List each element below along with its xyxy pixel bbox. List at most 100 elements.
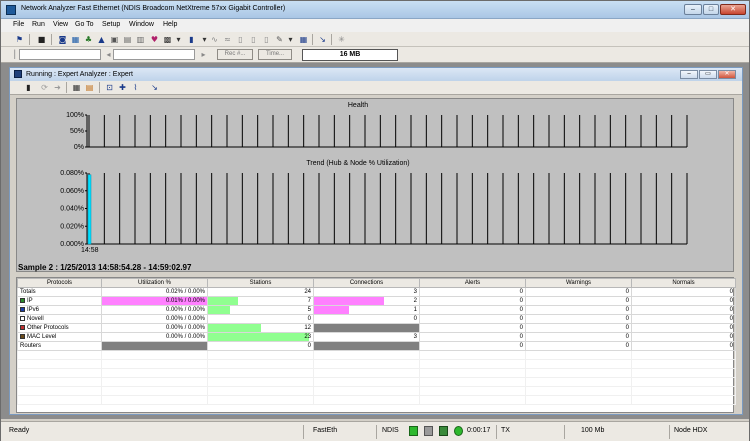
cell-alerts: 0 [419,323,526,333]
capture-position-field[interactable] [19,49,101,60]
main-toolbar: ⚑ ■ ◙ ▦ ♣ ▲ ▣ ▤ ▥ ♥ ▩ ▾ ▮ ▾ ∿ ≈ ▯ ▯ ▯ ✎ … [1,32,749,47]
menu-window[interactable]: Window [129,21,154,28]
add-icon[interactable]: ✚ [118,83,127,92]
favorite-icon[interactable]: ♥ [150,35,159,44]
table-row[interactable]: Totals 0.02% / 0.00% 24 3 0 0 0 [17,287,736,297]
status-separator [303,425,304,439]
alerts-value: 0 [519,289,523,295]
cell-normals: 0 [631,305,736,315]
cell-normals: 0 [631,323,736,333]
pointer-icon[interactable]: ↘ [150,83,159,92]
warnings-value: 0 [625,325,629,331]
toolbar-separator [312,34,313,45]
matrix-icon[interactable]: ♣ [84,35,93,44]
cell-connections: 1 [313,305,420,315]
cell-normals: 0 [631,341,736,351]
capture-toolbar: ▏ ◂ ▸ Rec #... Time... 16 MB [1,47,749,63]
empty-row [17,350,736,360]
column-header-connections[interactable]: Connections [313,278,420,288]
window-icon[interactable]: ▦ [299,35,308,44]
connections-bar [314,306,349,314]
forward-icon[interactable]: ➜ [53,83,62,92]
capture-range-field[interactable] [113,49,195,60]
main-window: Network Analyzer Fast Ethernet (NDIS Bro… [0,0,750,441]
column-header-normals[interactable]: Normals [631,278,736,288]
status-mode: Node HDX [674,427,708,434]
log-icon[interactable]: ▯ [262,35,271,44]
host-table-icon[interactable]: ▦ [71,35,80,44]
cell-utilization: 0.01% / 0.00% [101,296,208,306]
column-header-warnings[interactable]: Warnings [525,278,632,288]
expert-icon[interactable]: ◙ [58,35,67,44]
address-book-icon[interactable]: ▣ [110,35,119,44]
table-row[interactable]: MAC Level 0.00% / 0.00% 23 3 0 0 0 [17,332,736,342]
status-separator [669,425,670,439]
monitor-icon[interactable]: ▮ [187,35,196,44]
packet-icon[interactable]: ▯ [236,35,245,44]
zoom-icon[interactable]: ⊡ [105,83,114,92]
cell-warnings: 0 [525,287,632,297]
table-row[interactable]: IP 0.01% / 0.00% 7 2 0 0 0 [17,296,736,306]
child-close-button[interactable]: ✕ [718,70,736,79]
summary-icon[interactable]: ▤ [85,83,94,92]
maximize-button[interactable]: □ [703,4,719,15]
column-header-protocols[interactable]: Protocols [17,278,102,288]
table-row[interactable]: Other Protocols 0.00% / 0.00% 12 0 0 0 [17,323,736,333]
alerts-value: 0 [519,343,523,349]
column-header-alerts[interactable]: Alerts [419,278,526,288]
menu-file[interactable]: File [13,21,24,28]
trend-chart-title: Trend (Hub & Node % Utilization) [306,160,409,167]
close-button[interactable]: ✕ [720,4,746,15]
table-row[interactable]: Novell 0.00% / 0.00% 0 0 0 0 0 [17,314,736,324]
settings-icon[interactable]: ▩ [163,35,172,44]
menu-setup[interactable]: Setup [102,21,120,28]
graph-icon[interactable]: ∿ [210,35,219,44]
alerts-value: 0 [519,307,523,313]
child-restore-button[interactable]: ▭ [699,70,717,79]
refresh-icon[interactable]: ⟳ [40,83,49,92]
dropdown-arrow-icon[interactable]: ▾ [174,35,183,44]
menu-go-to[interactable]: Go To [75,21,94,28]
child-minimize-button[interactable]: – [680,70,698,79]
history-icon[interactable]: ≈ [223,35,232,44]
column-header-stations[interactable]: Stations [207,278,314,288]
minimize-button[interactable]: – [684,4,702,15]
warnings-value: 0 [625,289,629,295]
time-button[interactable]: Time... [258,49,292,60]
empty-cell [419,377,526,387]
menu-view[interactable]: View [53,21,68,28]
stations-value: 23 [304,334,311,340]
filter-icon[interactable]: ▤ [123,35,132,44]
capture-icon[interactable]: ▥ [136,35,145,44]
table-row[interactable]: Routers 0 0 0 0 [17,341,736,351]
normals-value: 0 [729,316,733,322]
menu-run[interactable]: Run [32,21,45,28]
grid-view-icon[interactable]: ▦ [72,83,81,92]
scroll-left-icon[interactable]: ◂ [104,50,113,59]
help-icon[interactable]: ✳ [337,35,346,44]
pause-icon[interactable]: ▮ [24,83,33,92]
empty-cell [17,368,102,378]
health-chart-title: Health [348,102,368,109]
menu-help[interactable]: Help [163,21,177,28]
utilization-value: 0.01% / 0.00% [165,298,205,304]
jump-end-icon[interactable]: ▸ [199,50,208,59]
protocol-icon[interactable]: ▲ [97,35,106,44]
decode-icon[interactable]: ▯ [249,35,258,44]
empty-cell [525,359,632,369]
dropdown-arrow-icon[interactable]: ▾ [286,35,295,44]
utilization-value: 0.02% / 0.00% [165,289,205,295]
stop-icon[interactable]: ■ [37,35,46,44]
warnings-value: 0 [625,343,629,349]
pointer-icon[interactable]: ↘ [318,35,327,44]
dropdown-arrow-icon[interactable]: ▾ [200,35,209,44]
record-number-button[interactable]: Rec #... [217,49,253,60]
table-row[interactable]: IPv6 0.00% / 0.00% 5 1 0 0 0 [17,305,736,315]
column-header-utilization[interactable]: Utilization % [101,278,208,288]
chart-icon[interactable]: ⌇ [131,83,140,92]
health-y-tick-label: 50% [70,128,84,135]
alerts-value: 0 [519,325,523,331]
tools-icon[interactable]: ✎ [275,35,284,44]
table-header-row: Protocols Utilization % Stations Connect… [17,278,736,288]
run-icon[interactable]: ⚑ [15,35,24,44]
